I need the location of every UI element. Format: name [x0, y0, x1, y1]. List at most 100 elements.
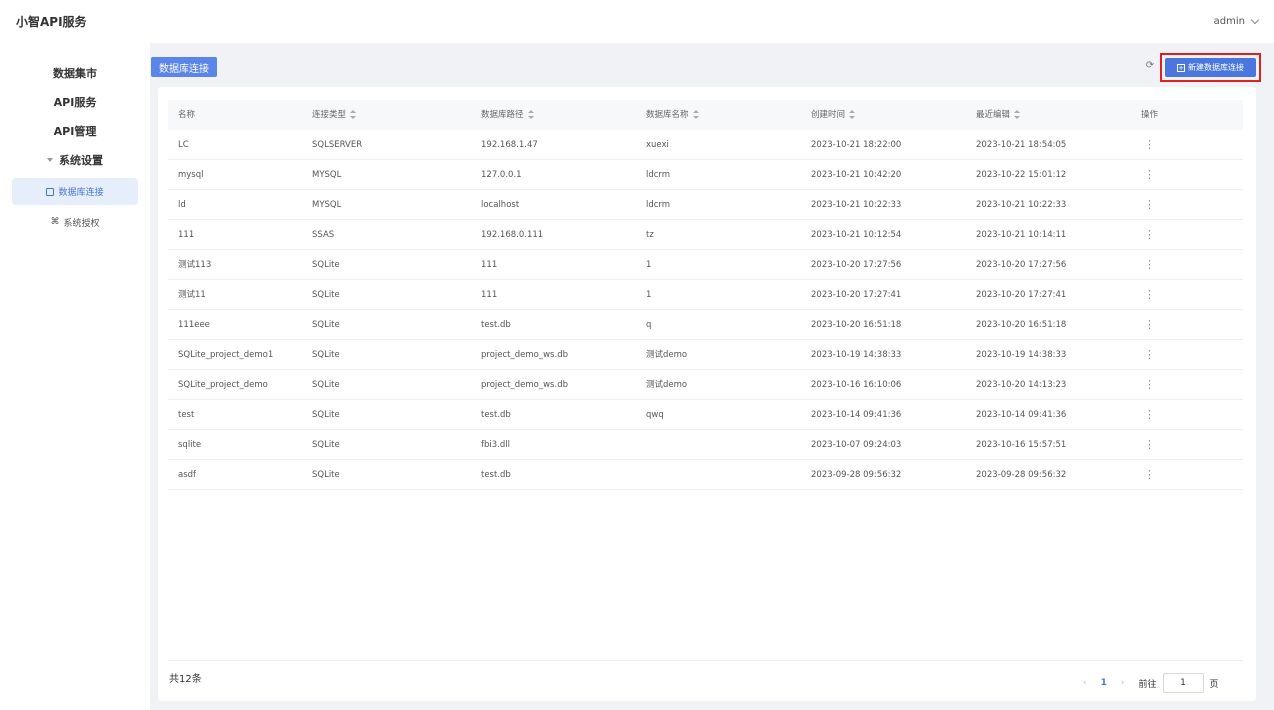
cell-name: 111	[178, 230, 195, 240]
cell-path: 127.0.0.1	[481, 170, 522, 180]
cell-created: 2023-10-20 17:27:41	[811, 290, 902, 300]
more-actions-icon[interactable]: ⋮	[1144, 280, 1155, 310]
sidebar-group-system-settings[interactable]: 系统设置	[0, 145, 150, 174]
plus-icon: +	[1177, 63, 1185, 72]
top-bar: 小智API服务 admin	[0, 0, 1274, 43]
more-actions-icon[interactable]: ⋮	[1144, 190, 1155, 220]
authorize-icon: ⌘	[50, 217, 60, 227]
new-database-connection-button[interactable]: + 新建数据库连接	[1165, 58, 1256, 77]
table-row[interactable]: test SQLite test.db qwq 2023-10-14 09:41:36 2…	[168, 400, 1243, 430]
column-header-modified[interactable]: 最近编辑	[976, 100, 1021, 130]
sort-icon[interactable]	[849, 110, 856, 119]
cell-created: 2023-10-20 17:27:56	[811, 260, 902, 270]
sidebar-group-label: 系统设置	[59, 153, 103, 167]
sidebar-item-label: 数据库连接	[58, 188, 104, 198]
more-actions-icon[interactable]: ⋮	[1144, 310, 1155, 340]
cell-modified: 2023-10-20 17:27:41	[976, 290, 1067, 300]
cell-modified: 2023-10-22 15:01:12	[976, 170, 1067, 180]
table-row[interactable]: asdf SQLite test.db 2023-09-28 09:56:32 2023…	[168, 460, 1243, 490]
sort-icon[interactable]	[527, 110, 534, 119]
page-jump-input[interactable]	[1162, 673, 1204, 693]
column-header-created[interactable]: 创建时间	[811, 100, 856, 130]
more-actions-icon[interactable]: ⋮	[1144, 370, 1155, 400]
cell-name: 测试113	[178, 260, 212, 270]
cell-modified: 2023-10-19 14:38:33	[976, 350, 1067, 360]
app-title: 小智API服务	[16, 15, 87, 29]
cell-name: test	[178, 410, 195, 420]
table-header: 名称 连接类型 数据库路径 数据库名称 创建时间 最近编辑 操作	[168, 100, 1243, 130]
sort-icon[interactable]	[692, 110, 699, 119]
prev-page-icon[interactable]: ‹	[1083, 678, 1087, 688]
sidebar-item-api-service[interactable]: API服务	[0, 87, 150, 116]
more-actions-icon[interactable]: ⋮	[1144, 430, 1155, 460]
cell-modified: 2023-10-20 17:27:56	[976, 260, 1067, 270]
cell-db-name: ldcrm	[646, 170, 671, 180]
more-actions-icon[interactable]: ⋮	[1144, 250, 1155, 280]
page-suffix: 页	[1209, 679, 1219, 690]
cell-modified: 2023-10-20 14:13:23	[976, 380, 1067, 390]
table-row[interactable]: ld MYSQL localhost ldcrm 2023-10-21 10:22:33…	[168, 190, 1243, 220]
table-row[interactable]: 测试11 SQLite 111 1 2023-10-20 17:27:41 2023-10…	[168, 280, 1243, 310]
table-row[interactable]: 111eee SQLite test.db q 2023-10-20 16:51:18 2…	[168, 310, 1243, 340]
cell-db-name: q	[646, 320, 652, 330]
more-actions-icon[interactable]: ⋮	[1144, 400, 1155, 430]
cell-db-name: 测试demo	[646, 380, 688, 390]
next-page-icon[interactable]: ›	[1121, 678, 1125, 688]
column-header-db-name[interactable]: 数据库名称	[646, 100, 699, 130]
cell-type: SQLite	[312, 440, 340, 450]
cell-created: 2023-10-07 09:24:03	[811, 440, 902, 450]
more-actions-icon[interactable]: ⋮	[1144, 130, 1155, 160]
cell-name: 111eee	[178, 320, 210, 330]
cell-created: 2023-10-16 16:10:06	[811, 380, 902, 390]
cell-name: SQLite_project_demo1	[178, 350, 274, 360]
cell-path: project_demo_ws.db	[481, 350, 568, 360]
cell-type: SQLite	[312, 290, 340, 300]
table-row[interactable]: mysql MYSQL 127.0.0.1 ldcrm 2023-10-21 10:42…	[168, 160, 1243, 190]
table-row[interactable]: 测试113 SQLite 111 1 2023-10-20 17:27:56 2023-1…	[168, 250, 1243, 280]
table-row[interactable]: SQLite_project_demo1 SQLite project_demo_w…	[168, 340, 1243, 370]
more-actions-icon[interactable]: ⋮	[1144, 160, 1155, 190]
sidebar-item-data-market[interactable]: 数据集市	[0, 58, 150, 87]
cell-db-name: 1	[646, 290, 652, 300]
cell-modified: 2023-10-21 18:54:05	[976, 140, 1067, 150]
cell-path: localhost	[481, 200, 520, 210]
column-header-type[interactable]: 连接类型	[312, 100, 357, 130]
cell-path: test.db	[481, 320, 511, 330]
database-icon	[46, 187, 55, 196]
cell-db-name: 1	[646, 260, 652, 270]
table-row[interactable]: LC SQLSERVER 192.168.1.47 xuexi 2023-10-21 1…	[168, 130, 1243, 160]
sidebar-item-api-manage[interactable]: API管理	[0, 116, 150, 145]
cell-type: SSAS	[312, 230, 335, 240]
cell-type: SQLite	[312, 410, 340, 420]
more-actions-icon[interactable]: ⋮	[1144, 460, 1155, 490]
sidebar-item-database-connection[interactable]: 数据库连接	[12, 178, 138, 205]
user-menu[interactable]: admin	[1214, 15, 1260, 27]
refresh-icon[interactable]: ⟳	[1144, 60, 1156, 72]
cell-name: LC	[178, 140, 189, 150]
cell-name: mysql	[178, 170, 204, 180]
cell-created: 2023-10-21 10:22:33	[811, 200, 902, 210]
more-actions-icon[interactable]: ⋮	[1144, 220, 1155, 250]
page-number[interactable]: 1	[1101, 678, 1107, 688]
table-row[interactable]: sqlite SQLite fbi3.dll 2023-10-07 09:24:03 2…	[168, 430, 1243, 460]
cell-db-name: 测试demo	[646, 350, 688, 360]
table-row[interactable]: SQLite_project_demo SQLite project_demo_ws…	[168, 370, 1243, 400]
cell-modified: 2023-10-16 15:57:51	[976, 440, 1067, 450]
cell-type: MYSQL	[312, 170, 342, 180]
cell-modified: 2023-10-20 16:51:18	[976, 320, 1067, 330]
cell-type: SQLite	[312, 320, 340, 330]
cell-type: SQLite	[312, 380, 340, 390]
cell-created: 2023-09-28 09:56:32	[811, 470, 902, 480]
cell-created: 2023-10-19 14:38:33	[811, 350, 902, 360]
sort-icon[interactable]	[350, 110, 357, 119]
column-header-path[interactable]: 数据库路径	[481, 100, 534, 130]
sort-icon[interactable]	[1014, 110, 1021, 119]
more-actions-icon[interactable]: ⋮	[1144, 340, 1155, 370]
sidebar-item-system-authorize[interactable]: ⌘ 系统授权	[12, 209, 138, 236]
cell-path: project_demo_ws.db	[481, 380, 568, 390]
cell-path: 111	[481, 290, 498, 300]
column-header-name: 名称	[178, 110, 196, 120]
table-row[interactable]: 111 SSAS 192.168.0.111 tz 2023-10-21 10:12:5…	[168, 220, 1243, 250]
cell-modified: 2023-09-28 09:56:32	[976, 470, 1067, 480]
table-card: 名称 连接类型 数据库路径 数据库名称 创建时间 最近编辑 操作 LC SQLSE…	[158, 87, 1256, 701]
